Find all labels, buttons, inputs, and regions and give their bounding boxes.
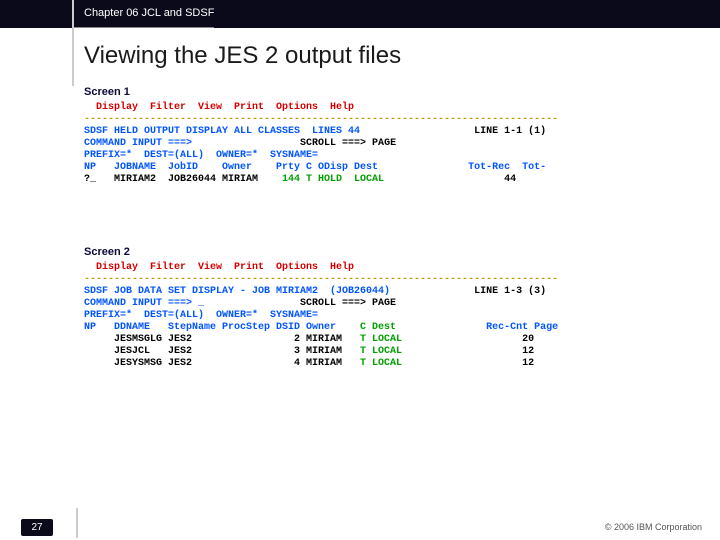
header-left-gutter bbox=[0, 0, 74, 28]
data-row-3a: JESYSMSG JES2 4 MIRIAM bbox=[84, 358, 354, 369]
slide-content: Screen 1 Display Filter View Print Optio… bbox=[0, 86, 720, 370]
header-row-b: C Dest bbox=[354, 322, 396, 333]
data-row-a: ?_ MIRIAM2 JOB26044 MIRIAM bbox=[84, 174, 276, 185]
data-row-2a: JESJCL JES2 3 MIRIAM bbox=[84, 346, 354, 357]
screen2-terminal: Display Filter View Print Options Help -… bbox=[84, 262, 700, 370]
header-row-a: NP DDNAME StepName ProcStep DSID Owner bbox=[84, 322, 354, 333]
data-row-c: 44 bbox=[384, 174, 516, 185]
data-row-1c: 20 bbox=[402, 334, 534, 345]
rule-row: ----------------------------------------… bbox=[84, 114, 558, 125]
menu-row: Display Filter View Print Options Help bbox=[84, 102, 354, 113]
prefix-row: PREFIX=* DEST=(ALL) OWNER=* SYSNAME= bbox=[84, 150, 318, 161]
slide-title: Viewing the JES 2 output files bbox=[74, 28, 401, 86]
data-row-1a: JESMSGLG JES2 2 MIRIAM bbox=[84, 334, 354, 345]
data-row-3c: 12 bbox=[402, 358, 534, 369]
footer-left: 27 bbox=[0, 514, 74, 540]
data-row-2c: 12 bbox=[402, 346, 534, 357]
header-row-left: NP JOBNAME JobID Owner Prty C ODisp Dest bbox=[84, 162, 378, 173]
footer: 27 © 2006 IBM Corporation bbox=[0, 514, 720, 540]
header-band: Chapter 06 JCL and SDSF bbox=[0, 0, 720, 28]
status-row: SDSF JOB DATA SET DISPLAY - JOB MIRIAM2 … bbox=[84, 286, 390, 297]
status-row: SDSF HELD OUTPUT DISPLAY ALL CLASSES LIN… bbox=[84, 126, 360, 137]
data-row-b: 144 T HOLD LOCAL bbox=[276, 174, 384, 185]
data-row-1b: T LOCAL bbox=[354, 334, 402, 345]
copyright: © 2006 IBM Corporation bbox=[605, 522, 720, 532]
screen1-label: Screen 1 bbox=[84, 86, 700, 98]
header-row-c: Rec-Cnt Page bbox=[396, 322, 558, 333]
prefix-row: PREFIX=* DEST=(ALL) OWNER=* SYSNAME= bbox=[84, 310, 318, 321]
chapter-text: Chapter 06 JCL and SDSF bbox=[84, 7, 214, 20]
status-right: LINE 1-3 (3) bbox=[390, 286, 546, 297]
screen2-block: Screen 2 Display Filter View Print Optio… bbox=[84, 246, 700, 370]
scroll-row: SCROLL ===> PAGE bbox=[204, 298, 396, 309]
data-row-3b: T LOCAL bbox=[354, 358, 402, 369]
header-row-right: Tot-Rec Tot- bbox=[378, 162, 546, 173]
title-divider bbox=[72, 28, 74, 86]
footer-divider bbox=[76, 508, 78, 538]
screen1-terminal: Display Filter View Print Options Help -… bbox=[84, 102, 700, 186]
screen1-block: Screen 1 Display Filter View Print Optio… bbox=[84, 86, 700, 186]
rule-row: ----------------------------------------… bbox=[84, 274, 558, 285]
command-row: COMMAND INPUT ===> bbox=[84, 138, 192, 149]
menu-row: Display Filter View Print Options Help bbox=[84, 262, 354, 273]
scroll-row: SCROLL ===> PAGE bbox=[192, 138, 396, 149]
status-right: LINE 1-1 (1) bbox=[360, 126, 546, 137]
chapter-title: Chapter 06 JCL and SDSF bbox=[74, 0, 214, 28]
screen2-label: Screen 2 bbox=[84, 246, 700, 258]
command-row: COMMAND INPUT ===> _ bbox=[84, 298, 204, 309]
header-divider bbox=[72, 0, 74, 28]
title-left-gutter bbox=[0, 28, 74, 86]
title-row: Viewing the JES 2 output files bbox=[0, 28, 720, 86]
page-number: 27 bbox=[21, 519, 52, 536]
data-row-2b: T LOCAL bbox=[354, 346, 402, 357]
